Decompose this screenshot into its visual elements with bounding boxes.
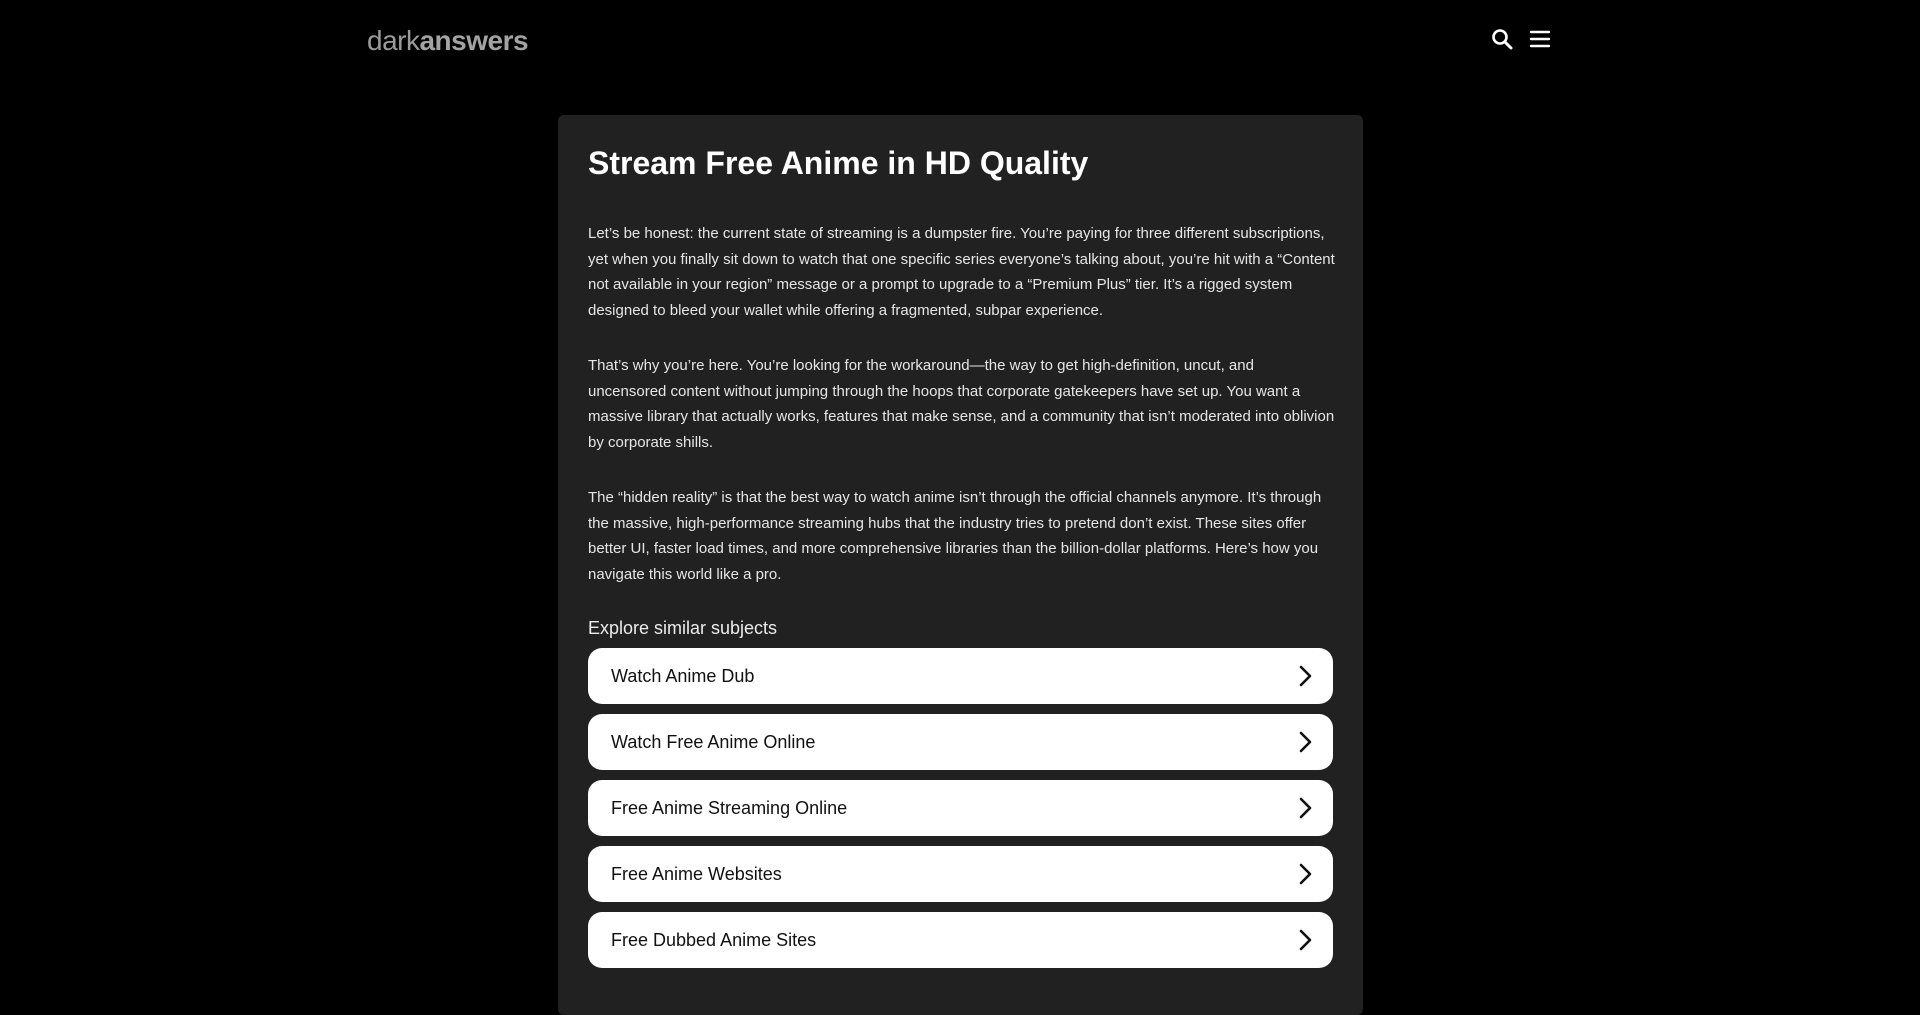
related-link-label: Watch Anime Dub — [611, 666, 755, 686]
chevron-right-icon — [1299, 797, 1312, 819]
article-paragraph: Let’s be honest: the current state of st… — [588, 225, 1335, 319]
article-card: Stream Free Anime in HD Quality Let’s be… — [558, 115, 1363, 1015]
chevron-right-icon — [1299, 731, 1312, 753]
article-paragraph: That’s why you’re here. You’re looking f… — [588, 357, 1335, 451]
site-header: darkanswers — [0, 0, 1920, 80]
chevron-right-icon — [1299, 929, 1312, 951]
related-link-free-anime-streaming-online[interactable]: Free Anime Streaming Online — [588, 780, 1333, 836]
chevron-right-icon — [1299, 863, 1312, 885]
related-link-label: Free Dubbed Anime Sites — [611, 930, 817, 950]
related-link-watch-anime-dub[interactable]: Watch Anime Dub — [588, 648, 1333, 704]
related-link-free-dubbed-anime-sites[interactable]: Free Dubbed Anime Sites — [588, 912, 1333, 968]
article-paragraph: The “hidden reality” is that the best wa… — [588, 489, 1322, 583]
related-link-watch-free-anime-online[interactable]: Watch Free Anime Online — [588, 714, 1333, 770]
explore-heading: Explore similar subjects — [588, 618, 778, 638]
logo-text-answers: answers — [419, 25, 529, 56]
related-links-list: Watch Anime Dub Watch Free Anime Online … — [588, 648, 1333, 978]
menu-icon[interactable] — [1528, 27, 1552, 51]
related-link-label: Free Anime Websites — [611, 864, 782, 884]
related-link-label: Free Anime Streaming Online — [611, 798, 848, 818]
page-title: Stream Free Anime in HD Quality — [588, 145, 1089, 181]
logo-text-dark: dark — [367, 25, 420, 56]
related-link-label: Watch Free Anime Online — [611, 732, 816, 752]
chevron-right-icon — [1299, 665, 1312, 687]
search-icon[interactable] — [1490, 27, 1514, 51]
site-logo[interactable]: darkanswers — [367, 24, 529, 58]
related-link-free-anime-websites[interactable]: Free Anime Websites — [588, 846, 1333, 902]
